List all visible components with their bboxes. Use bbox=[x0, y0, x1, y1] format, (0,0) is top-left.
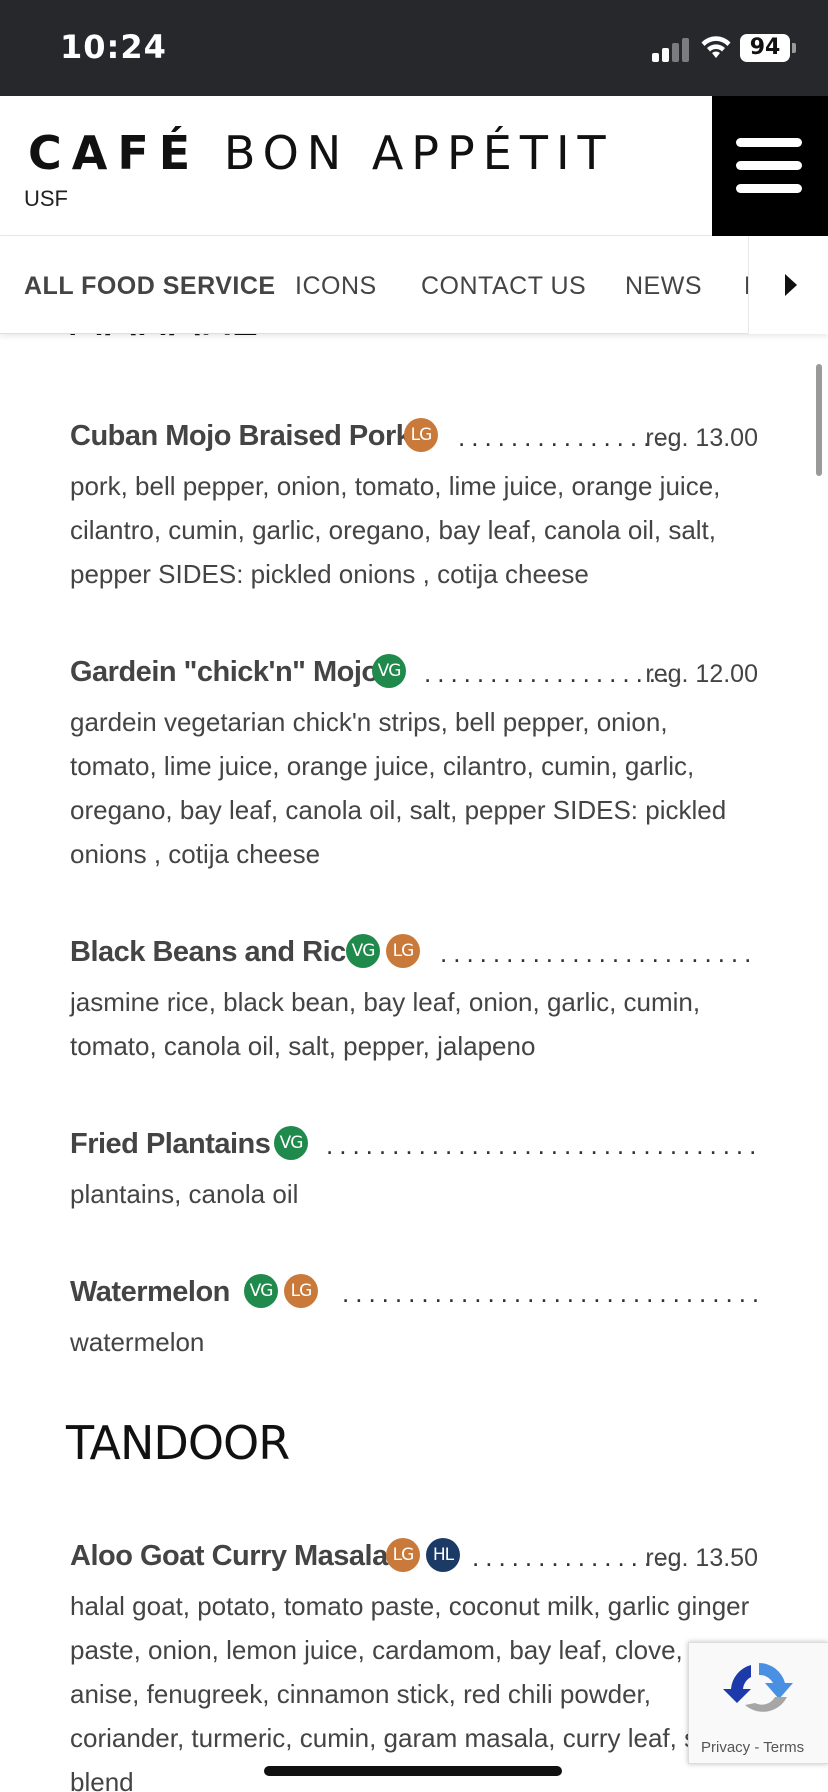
caret-right-icon bbox=[785, 274, 797, 296]
nav-item-contact-us[interactable]: CONTACT US bbox=[421, 272, 586, 301]
menu-item-price: reg. 12.00 bbox=[645, 660, 758, 688]
station-title-mahare: MAHARE bbox=[66, 334, 259, 346]
menu-item-name: Cuban Mojo Braised Pork bbox=[70, 420, 412, 452]
halal-icon[interactable]: HL bbox=[426, 1538, 460, 1572]
battery-tip bbox=[792, 43, 796, 53]
cellular-signal-icon bbox=[652, 38, 690, 62]
menu-item: Cuban Mojo Braised Pork LG .............… bbox=[70, 416, 758, 596]
menu-item-name: Gardein "chick'n" Mojo bbox=[70, 656, 379, 688]
recaptcha-icon bbox=[723, 1663, 793, 1712]
leader-dots: ........................................… bbox=[342, 1278, 758, 1308]
menu-content[interactable]: MAHARE Cuban Mojo Braised Pork LG ......… bbox=[0, 334, 828, 1792]
status-bar: 10:24 94 bbox=[0, 0, 828, 96]
vegan-icon[interactable]: VG bbox=[244, 1274, 278, 1308]
menu-item-name: Fried Plantains bbox=[70, 1128, 271, 1160]
site-logo[interactable]: CAFÉ BON APPÉTIT bbox=[28, 126, 614, 180]
menu-item: Gardein "chick'n" Mojo VG ..............… bbox=[70, 652, 758, 876]
menu-item-name: Watermelon bbox=[70, 1276, 230, 1308]
logo-word-bon-appetit: BON APPÉTIT bbox=[223, 126, 614, 180]
hamburger-line bbox=[736, 161, 802, 170]
locally-grown-icon[interactable]: LG bbox=[284, 1274, 318, 1308]
leader-dots: ........................................… bbox=[326, 1130, 758, 1160]
menu-item-name: Black Beans and Rice bbox=[70, 936, 362, 968]
nav-item-news[interactable]: NEWS bbox=[625, 272, 702, 301]
recaptcha-separator: - bbox=[750, 1739, 764, 1756]
nav-item-icons[interactable]: ICONS bbox=[295, 272, 377, 301]
menu-item: Black Beans and Rice VG LG .............… bbox=[70, 932, 758, 1068]
top-navigation: ALL FOOD SERVICE ICONS CONTACT US NEWS E bbox=[0, 236, 828, 334]
wifi-icon bbox=[701, 36, 731, 58]
nav-scroll-area[interactable]: ALL FOOD SERVICE ICONS CONTACT US NEWS E bbox=[0, 236, 748, 334]
menu-item: Watermelon VG LG .......................… bbox=[70, 1272, 758, 1364]
menu-item-description: jasmine rice, black bean, bay leaf, onio… bbox=[70, 987, 701, 1061]
page-scrollbar[interactable] bbox=[816, 364, 822, 476]
hamburger-menu-icon bbox=[736, 138, 802, 147]
menu-item: Fried Plantains VG .....................… bbox=[70, 1124, 758, 1216]
vegan-icon[interactable]: VG bbox=[346, 934, 380, 968]
battery-indicator: 94 bbox=[740, 34, 790, 62]
vegan-icon[interactable]: VG bbox=[372, 654, 406, 688]
recaptcha-links: Privacy - Terms bbox=[701, 1739, 804, 1756]
locally-grown-icon[interactable]: LG bbox=[404, 418, 438, 452]
status-time: 10:24 bbox=[60, 28, 167, 66]
hamburger-line bbox=[736, 184, 802, 193]
menu-item: Aloo Goat Curry Masala LG HL ...........… bbox=[70, 1536, 758, 1792]
logo-word-cafe: CAFÉ bbox=[28, 126, 201, 180]
site-subtitle: USF bbox=[24, 186, 68, 211]
menu-item-description: watermelon bbox=[70, 1327, 205, 1357]
locally-grown-icon[interactable]: LG bbox=[386, 934, 420, 968]
recaptcha-privacy-link[interactable]: Privacy bbox=[701, 1739, 750, 1756]
menu-item-price: reg. 13.00 bbox=[645, 424, 758, 452]
recaptcha-badge[interactable]: Privacy - Terms bbox=[688, 1642, 828, 1764]
hamburger-menu-button[interactable] bbox=[712, 96, 828, 236]
site-header: CAFÉ BON APPÉTIT USF bbox=[0, 96, 828, 236]
leader-dots: .................................. bbox=[440, 938, 758, 968]
vegan-icon[interactable]: VG bbox=[274, 1126, 308, 1160]
menu-item-description: gardein vegetarian chick'n strips, bell … bbox=[70, 707, 727, 869]
nav-item-all-food-service[interactable]: ALL FOOD SERVICE bbox=[24, 272, 276, 301]
menu-item-description: plantains, canola oil bbox=[70, 1179, 299, 1209]
locally-grown-icon[interactable]: LG bbox=[386, 1538, 420, 1572]
station-title-tandoor: TANDOOR bbox=[66, 1416, 290, 1470]
menu-item-description: halal goat, potato, tomato paste, coconu… bbox=[70, 1591, 750, 1792]
nav-scroll-right-button[interactable] bbox=[748, 236, 828, 334]
recaptcha-terms-link[interactable]: Terms bbox=[763, 1739, 804, 1756]
menu-item-name: Aloo Goat Curry Masala bbox=[70, 1540, 388, 1572]
menu-item-price: reg. 13.50 bbox=[645, 1544, 758, 1572]
home-indicator[interactable] bbox=[264, 1766, 562, 1776]
menu-item-description: pork, bell pepper, onion, tomato, lime j… bbox=[70, 471, 721, 589]
